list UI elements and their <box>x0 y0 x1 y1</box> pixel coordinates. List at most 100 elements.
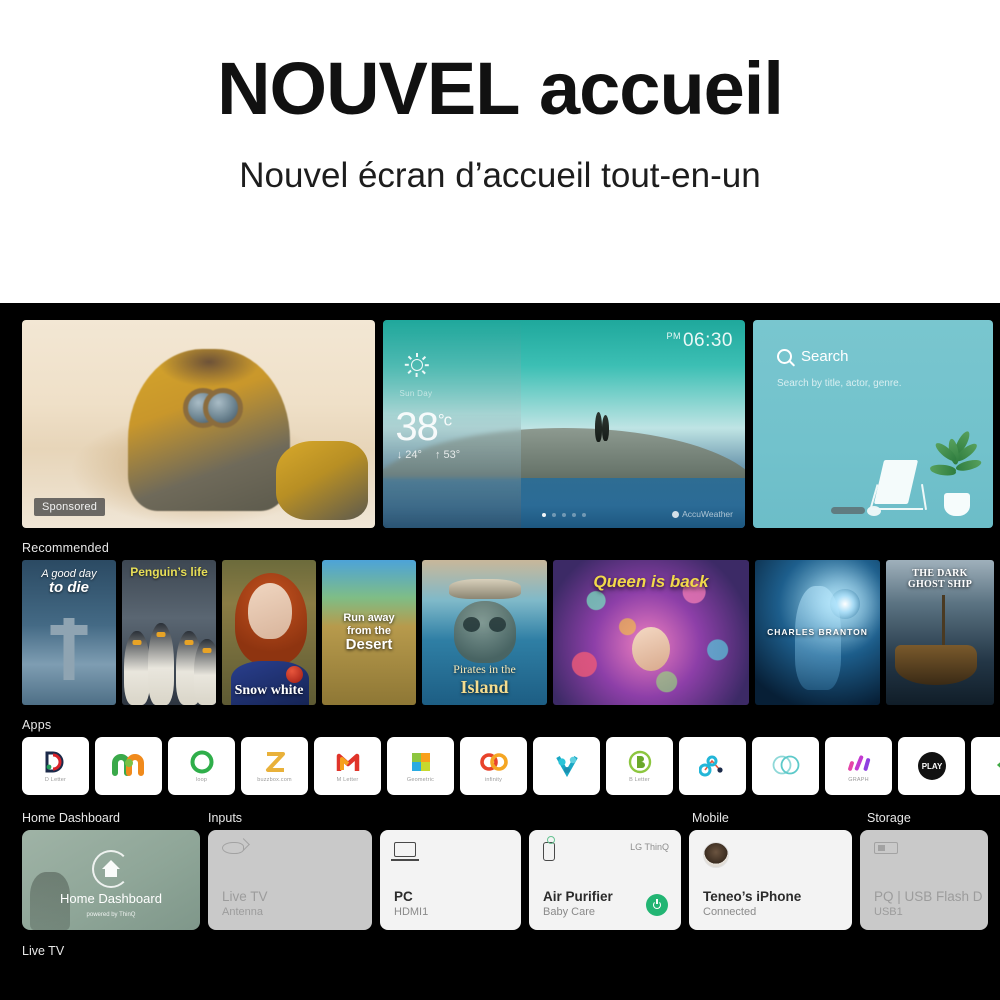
hero-row: Sponsored Sun Day 38°c ↓ 24° ↑ 53° PM 06… <box>0 320 1000 528</box>
group-label-home-dashboard: Home Dashboard <box>22 811 120 825</box>
plant-prop <box>929 429 983 516</box>
desert-photo <box>22 320 375 528</box>
tile-pc[interactable]: PC HDMI1 <box>380 830 521 930</box>
app-tile-loop[interactable]: loop <box>168 737 235 795</box>
accuweather-logo-icon <box>672 510 680 518</box>
tile-air-purifier[interactable]: LG ThinQ Air Purifier Baby Care <box>529 830 681 930</box>
app-tile-molecule[interactable] <box>679 737 746 795</box>
app-m-red-icon <box>335 749 361 775</box>
app-partial-icon <box>995 752 1000 778</box>
recommended-card[interactable]: Queen is back <box>553 560 749 705</box>
weather-range: ↓ 24° ↑ 53° <box>397 449 460 461</box>
app-tile-z[interactable]: buzzbox.com <box>241 737 308 795</box>
app-infinity-icon <box>479 749 509 775</box>
tile-title: PC <box>394 889 413 904</box>
app-tile-m[interactable] <box>95 737 162 795</box>
app-caption: B Letter <box>629 777 650 783</box>
temperature-unit: °c <box>437 411 452 431</box>
carousel-dot[interactable] <box>582 513 586 517</box>
weather-provider: AccuWeather <box>672 509 733 519</box>
live-tv-section-label: Live TV <box>22 944 65 958</box>
app-caption: Geometric <box>406 777 435 783</box>
sponsored-badge: Sponsored <box>34 498 106 516</box>
sun-icon <box>404 353 429 378</box>
app-caption: D Letter <box>44 777 67 783</box>
apps-label: Apps <box>22 718 52 732</box>
card-title: THE DARK GHOST SHIP <box>886 568 994 590</box>
card-title-line1: Run away <box>343 612 395 625</box>
hero-card-sponsored[interactable]: Sponsored <box>22 320 375 528</box>
chair-prop <box>869 458 929 510</box>
app-tile-play[interactable]: PLAY <box>898 737 965 795</box>
app-caption: M Letter <box>336 777 359 783</box>
weather-background: Sun Day 38°c ↓ 24° ↑ 53° PM 06:30 AccuWe… <box>383 320 745 528</box>
tile-mobile-iphone[interactable]: Teneo’s iPhone Connected <box>689 830 852 930</box>
app-tile-infinity[interactable]: infinity <box>460 737 527 795</box>
app-tile-geometric[interactable]: Geometric <box>387 737 454 795</box>
carousel-dot[interactable] <box>572 513 576 517</box>
search-title: Search <box>801 348 849 365</box>
page-title: NOUVEL accueil <box>217 52 784 126</box>
tile-title: PQ | USB Flash D <box>874 889 983 904</box>
app-tile-b-letter[interactable]: B Letter <box>606 737 673 795</box>
tile-live-tv[interactable]: Live TV Antenna <box>208 830 372 930</box>
card-title-line1: A good day <box>41 568 97 580</box>
clock: PM 06:30 <box>666 330 733 352</box>
weather-high: ↑ 53° <box>434 448 461 461</box>
page-title-lead: NOUVEL <box>217 47 520 130</box>
recommended-card[interactable]: Run away from the Desert <box>322 560 416 705</box>
app-m-icon <box>111 752 146 778</box>
app-v-icon <box>554 752 580 778</box>
app-tile-v[interactable] <box>533 737 600 795</box>
tile-home-dashboard[interactable]: Home Dashboard powered by ThinQ <box>22 830 200 930</box>
card-title-line2: GHOST SHIP <box>907 579 973 591</box>
carousel-dots[interactable] <box>542 513 586 517</box>
hero-card-weather[interactable]: Sun Day 38°c ↓ 24° ↑ 53° PM 06:30 AccuWe… <box>383 320 745 528</box>
tile-subtitle: HDMI1 <box>394 906 429 918</box>
clock-time: 06:30 <box>682 330 733 351</box>
carousel-dot[interactable] <box>542 513 546 517</box>
antenna-icon <box>222 842 244 854</box>
app-tile-partial[interactable] <box>971 737 1000 795</box>
avatar <box>703 842 729 868</box>
card-title: Queen is back <box>593 572 709 591</box>
card-title: A good day to die <box>22 568 116 597</box>
weather-info-panel: Sun Day 38°c ↓ 24° ↑ 53° <box>383 320 521 528</box>
app-loop-icon <box>189 749 215 775</box>
tile-subtitle: powered by ThinQ <box>86 912 136 918</box>
app-tile-rings[interactable] <box>752 737 819 795</box>
power-toggle-button[interactable] <box>646 894 668 916</box>
tile-usb-storage[interactable]: PQ | USB Flash D USB1 <box>860 830 988 930</box>
recommended-card[interactable]: CHARLES BRANTON <box>755 560 880 705</box>
app-b-letter-icon <box>627 749 653 775</box>
recommended-card[interactable]: A good day to die <box>22 560 116 705</box>
card-title: Run away from the Desert <box>322 612 416 653</box>
recommended-card[interactable]: Penguin’s life <box>122 560 216 705</box>
hero-card-search[interactable]: Search Search by title, actor, genre. <box>753 320 993 528</box>
app-tile-d-letter[interactable]: D Letter <box>22 737 89 795</box>
search-icon <box>777 349 792 364</box>
search-header[interactable]: Search <box>777 348 849 365</box>
card-title: Snow white <box>234 683 304 699</box>
recommended-card[interactable]: Snow white <box>222 560 316 705</box>
dashboard-group-labels: Home Dashboard Inputs Mobile Storage <box>0 811 1000 825</box>
carousel-dot[interactable] <box>552 513 556 517</box>
app-tile-graph[interactable]: GRAPH <box>825 737 892 795</box>
card-title: CHARLES BRANTON <box>767 627 868 638</box>
app-caption: loop <box>195 777 208 783</box>
recommended-card[interactable]: Pirates in the Island <box>422 560 547 705</box>
apps-row: D Letter loop buzzbox.com M Letter Geome… <box>0 737 1000 799</box>
monitor-icon <box>391 842 419 861</box>
recommended-row: A good day to die Penguin’s life Snow wh… <box>0 560 1000 705</box>
app-caption: GRAPH <box>848 777 869 783</box>
card-title-line1: THE DARK <box>912 568 968 579</box>
recommended-card[interactable]: THE DARK GHOST SHIP <box>886 560 994 705</box>
desert-gear <box>276 440 368 520</box>
group-label-storage: Storage <box>867 811 911 825</box>
remote-prop <box>831 507 865 514</box>
tile-subtitle: Connected <box>703 906 757 918</box>
carousel-dot[interactable] <box>562 513 566 517</box>
temperature-value: 38 <box>395 405 438 450</box>
app-caption: buzzbox.com <box>257 777 292 783</box>
app-tile-m-red[interactable]: M Letter <box>314 737 381 795</box>
